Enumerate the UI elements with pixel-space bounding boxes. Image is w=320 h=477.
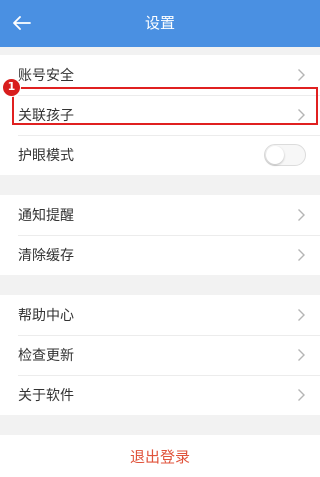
settings-item-account-security[interactable]: 账号安全 (0, 55, 320, 95)
settings-item-clear-cache[interactable]: 清除缓存 (0, 235, 320, 275)
settings-item-help-center[interactable]: 帮助中心 (0, 295, 320, 335)
section-gap (0, 47, 320, 55)
chevron-right-icon (298, 69, 305, 81)
chevron-right-icon (298, 349, 305, 361)
page-title: 设置 (144, 14, 175, 32)
back-button[interactable] (6, 6, 38, 40)
settings-item-check-update[interactable]: 检查更新 (0, 335, 320, 375)
chevron-right-icon (298, 109, 305, 121)
settings-item-link-child[interactable]: 关联孩子 (0, 95, 320, 135)
settings-item-label: 账号安全 (18, 68, 74, 84)
settings-item-label: 检查更新 (18, 348, 74, 364)
header-bar: 设置 (0, 0, 320, 47)
chevron-right-icon (298, 309, 305, 321)
chevron-right-icon (298, 389, 305, 401)
settings-group-notifications: 通知提醒 清除缓存 (0, 195, 320, 275)
toggle-knob (266, 146, 284, 164)
settings-item-label: 帮助中心 (18, 308, 74, 324)
step-number-badge: 1 (2, 78, 21, 97)
arrow-left-icon (13, 16, 31, 30)
settings-item-eye-protection: 护眼模式 (0, 135, 320, 175)
settings-item-label: 清除缓存 (18, 248, 74, 264)
section-gap (0, 175, 320, 195)
section-gap (0, 275, 320, 295)
section-gap (0, 415, 320, 435)
logout-button[interactable]: 退出登录 (0, 435, 320, 477)
settings-item-about-software[interactable]: 关于软件 (0, 375, 320, 415)
settings-item-label: 关于软件 (18, 388, 74, 404)
chevron-right-icon (298, 249, 305, 261)
settings-item-label: 通知提醒 (18, 208, 74, 224)
settings-item-notifications[interactable]: 通知提醒 (0, 195, 320, 235)
eye-protection-toggle[interactable] (264, 144, 306, 166)
settings-group-about: 帮助中心 检查更新 关于软件 (0, 295, 320, 415)
settings-group-account: 账号安全 关联孩子 护眼模式 (0, 55, 320, 175)
settings-item-label: 关联孩子 (18, 108, 74, 124)
logout-label: 退出登录 (129, 447, 190, 466)
chevron-right-icon (298, 209, 305, 221)
settings-item-label: 护眼模式 (18, 148, 74, 164)
